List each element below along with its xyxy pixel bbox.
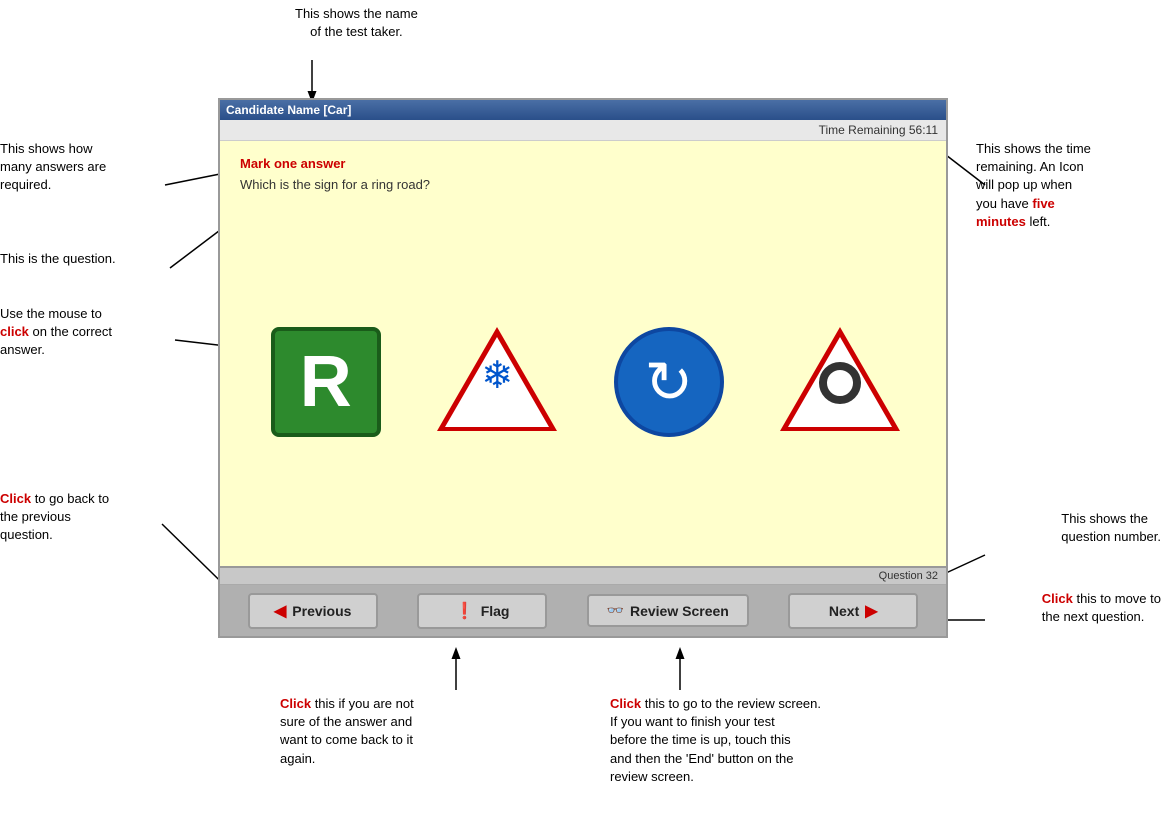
answer-option-3[interactable]: ↻ [589, 302, 749, 462]
sign-r: R [271, 327, 381, 437]
sign-roundabout: ↻ [614, 327, 724, 437]
next-arrow-icon: ▶ [865, 601, 877, 621]
next-button[interactable]: Next ▶ [788, 593, 918, 629]
toolbar-buttons: ◀ Previous ❗ Flag 👓 Review Screen Next ▶ [220, 585, 946, 636]
review-icon: 👓 [607, 602, 624, 619]
annotation-title-name: This shows the name of the test taker. [295, 5, 418, 41]
next-label: Next [829, 603, 859, 619]
annotation-mouse-click: Use the mouse to click on the correct an… [0, 305, 112, 360]
annotation-question: This is the question. [0, 250, 116, 268]
answers-row: R ❄ ↻ [240, 212, 926, 551]
annotation-time-remaining: This shows the time remaining. An Icon w… [976, 140, 1161, 231]
question-number-bar: Question 32 [220, 568, 946, 585]
annotation-many-answers: This shows how many answers are required… [0, 140, 106, 195]
mark-answer-label: Mark one answer [240, 156, 926, 171]
annotation-question-number: This shows the question number. [1061, 510, 1161, 546]
previous-arrow-icon: ◀ [274, 601, 286, 621]
toolbar: Question 32 ◀ Previous ❗ Flag 👓 Review S… [220, 566, 946, 636]
test-window: Candidate Name [Car] Time Remaining 56:1… [218, 98, 948, 638]
review-button[interactable]: 👓 Review Screen [587, 594, 749, 627]
sign-ring [780, 327, 900, 437]
previous-button[interactable]: ◀ Previous [248, 593, 378, 629]
flag-label: Flag [481, 603, 510, 619]
ring-symbol [819, 362, 861, 404]
annotation-click-next: Click this to move to the next question. [1042, 590, 1161, 626]
question-number-label: Question 32 [879, 570, 938, 582]
timer-bar: Time Remaining 56:11 [220, 120, 946, 141]
annotation-flag: Click this if you are not sure of the an… [280, 695, 414, 768]
review-label: Review Screen [630, 603, 729, 619]
flag-button[interactable]: ❗ Flag [417, 593, 547, 629]
annotation-review: Click this to go to the review screen. I… [610, 695, 821, 786]
snowflake-symbol: ❄ [481, 357, 513, 395]
previous-label: Previous [292, 603, 351, 619]
sign-snow: ❄ [437, 327, 557, 437]
title-bar: Candidate Name [Car] [220, 100, 946, 120]
answer-option-1[interactable]: R [246, 302, 406, 462]
window-title: Candidate Name [Car] [226, 103, 351, 117]
question-text: Which is the sign for a ring road? [240, 177, 926, 192]
answer-option-2[interactable]: ❄ [417, 302, 577, 462]
answer-option-4[interactable] [760, 302, 920, 462]
timer-label: Time Remaining 56:11 [819, 123, 938, 137]
annotation-click-back: Click to go back to the previous questio… [0, 490, 109, 545]
roundabout-symbol: ↻ [644, 348, 693, 416]
question-area: Mark one answer Which is the sign for a … [220, 141, 946, 566]
flag-icon: ❗ [455, 601, 475, 621]
